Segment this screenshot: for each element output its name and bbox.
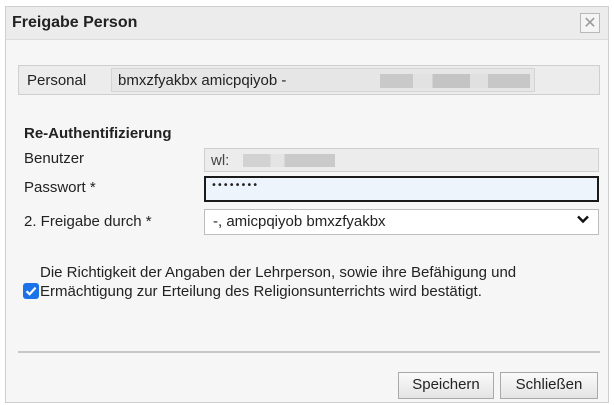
personal-value-field: bmxzfyakbx amicpqiyob -	[111, 68, 535, 92]
approval-select[interactable]: -, amicpqiyob bmxzfyakbx	[204, 209, 599, 235]
personal-value-text: bmxzfyakbx amicpqiyob -	[118, 72, 287, 89]
dialog-titlebar: Freigabe Person ✕	[6, 7, 608, 40]
close-icon[interactable]: ✕	[580, 13, 600, 33]
approval-label: 2. Freigabe durch *	[24, 213, 152, 230]
personal-group: Personal bmxzfyakbx amicpqiyob -	[18, 65, 600, 95]
redacted-block	[380, 74, 530, 88]
approval-selected-value: -, amicpqiyob bmxzfyakbx	[213, 213, 386, 230]
reauth-heading: Re-Authentifizierung	[24, 125, 172, 142]
user-label: Benutzer	[24, 150, 85, 167]
password-label: Passwort *	[24, 179, 96, 196]
dialog-title: Freigabe Person	[12, 14, 138, 31]
personal-label: Personal	[27, 72, 87, 89]
user-value: wl:	[211, 152, 230, 169]
redacted-block	[243, 154, 335, 167]
checkmark-icon	[25, 286, 37, 296]
approval-dialog: Freigabe Person ✕ Personal bmxzfyakbx am…	[5, 6, 609, 403]
password-field[interactable]: ••••••••	[204, 176, 599, 202]
chevron-down-icon	[576, 212, 590, 230]
close-button[interactable]: Schließen	[500, 372, 598, 399]
confirmation-checkbox[interactable]	[23, 283, 39, 299]
divider	[18, 351, 600, 353]
save-button[interactable]: Speichern	[398, 372, 494, 399]
password-value: ••••••••	[211, 180, 259, 191]
user-field: wl:	[204, 148, 599, 172]
confirmation-text: Die Richtigkeit der Angaben der Lehrpers…	[40, 264, 517, 300]
